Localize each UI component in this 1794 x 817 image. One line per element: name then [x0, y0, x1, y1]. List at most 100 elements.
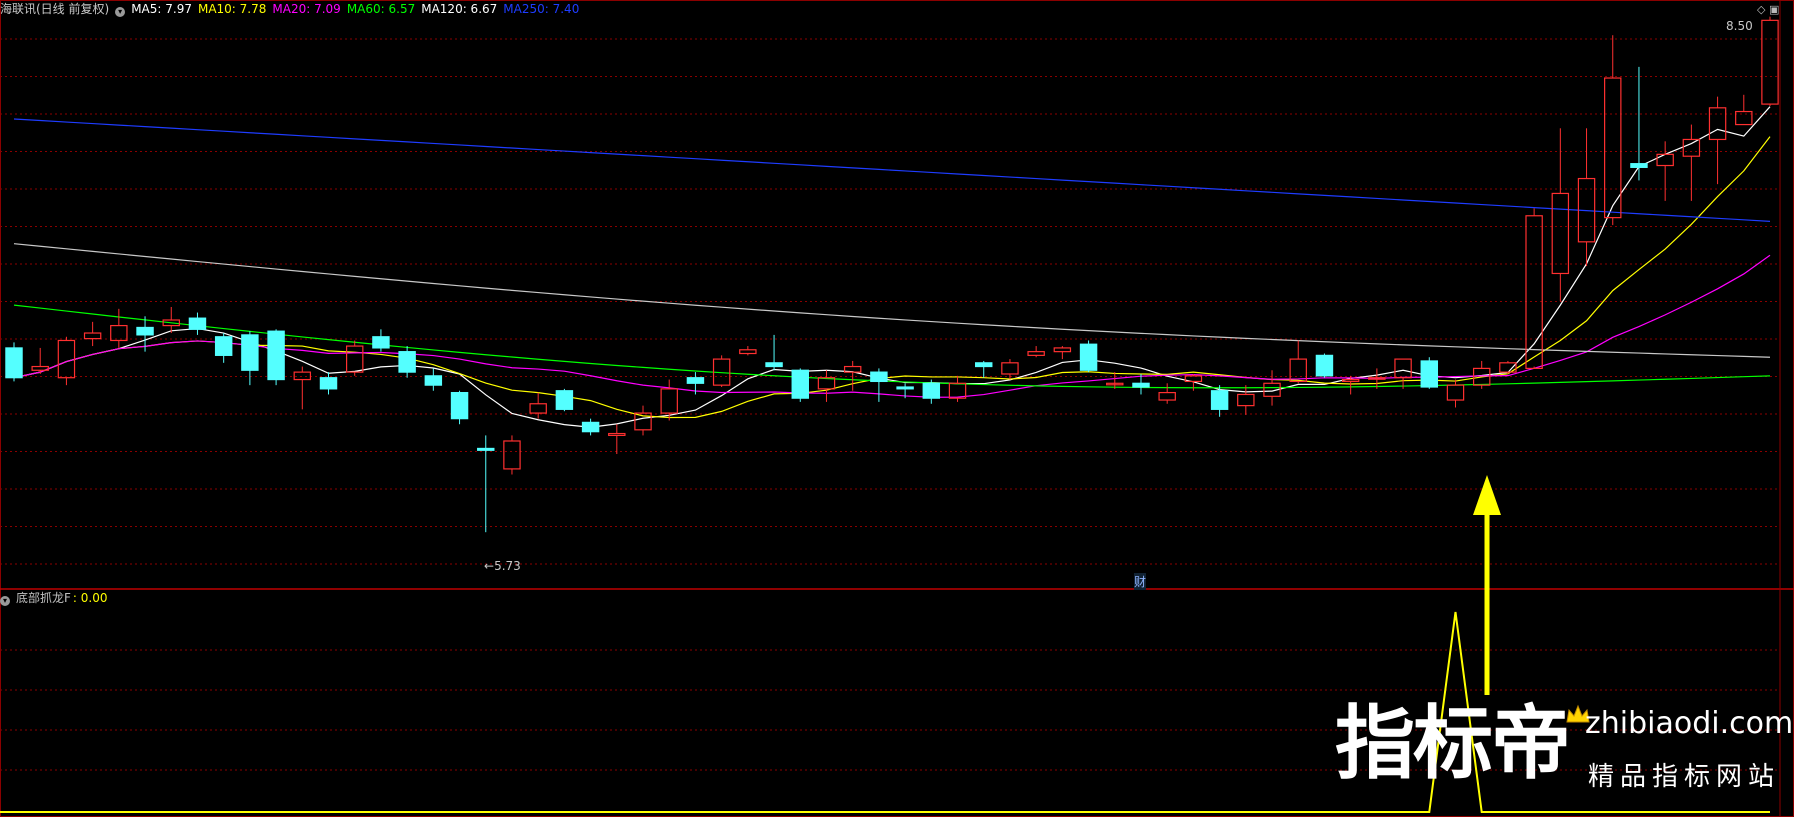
candle: [31, 347, 49, 374]
candle-body: [581, 421, 600, 433]
candle-body: [450, 391, 469, 420]
candle: [214, 333, 233, 363]
candle-body: [739, 349, 757, 355]
candle: [1079, 340, 1098, 373]
ma60-label: MA60: 6.57: [346, 2, 416, 16]
candle-body: [1210, 390, 1229, 410]
candle-body: [1132, 382, 1150, 388]
indicator-label: 底部抓龙F: [16, 591, 71, 605]
candle: [1289, 340, 1307, 384]
candle-body: [1394, 358, 1412, 379]
candle-body: [608, 432, 626, 437]
window-controls[interactable]: ◇ ▣: [1757, 3, 1779, 16]
candle: [1577, 128, 1596, 267]
low-price-label: ←5.73: [484, 559, 521, 573]
candle-body: [136, 326, 154, 336]
candle-body: [1525, 215, 1543, 369]
candle: [1237, 385, 1255, 415]
candle: [293, 366, 312, 410]
candle: [555, 388, 574, 412]
watermark-tagline: 精品指标网站: [1588, 762, 1781, 792]
candle-body: [83, 332, 102, 340]
watermark-brand: 指标帝: [1335, 697, 1571, 790]
candle: [1420, 357, 1439, 389]
candle-body: [345, 345, 364, 373]
candle-body: [188, 317, 207, 330]
candle: [477, 435, 495, 533]
candle: [450, 390, 469, 425]
ma250-line: [13, 118, 1771, 222]
candle: [110, 308, 128, 348]
annotations: [1473, 475, 1501, 695]
indicator-header: ▾ 底部抓龙F: 0.00: [0, 590, 113, 606]
candle-body: [31, 365, 49, 371]
candle: [739, 346, 757, 356]
chevron-down-icon[interactable]: ▾: [115, 7, 126, 17]
candle-body: [975, 362, 993, 368]
candle: [1630, 66, 1648, 181]
candle-body: [1735, 110, 1753, 126]
candle-body: [1001, 362, 1019, 375]
candle: [1394, 358, 1412, 389]
price-header: 海联讯(日线 前复权) ▾ MA5: 7.97 MA10: 7.78 MA20: 7.0…: [0, 1, 585, 17]
candle-body: [817, 377, 836, 390]
candle-body: [1682, 138, 1701, 157]
candle: [319, 372, 338, 395]
candle-body: [660, 388, 678, 414]
candle: [1551, 128, 1570, 302]
candle: [1446, 379, 1465, 408]
candle-body: [555, 390, 574, 410]
candle-body: [477, 447, 495, 451]
candle: [712, 355, 731, 388]
candle-body: [1053, 347, 1072, 353]
ma5-label: MA5: 7.97: [131, 2, 192, 16]
candle: [791, 368, 809, 402]
candle: [608, 424, 626, 455]
candle: [817, 370, 836, 402]
candle-body: [1446, 384, 1465, 401]
candle-body: [1656, 153, 1674, 167]
candle: [83, 321, 102, 347]
candle: [529, 392, 547, 419]
candle-body: [1341, 378, 1360, 383]
candle: [765, 334, 783, 371]
candle: [843, 360, 862, 391]
candle-body: [503, 440, 521, 470]
candle-body: [214, 336, 233, 356]
outer-border: [0, 0, 1794, 817]
candle-body: [267, 330, 285, 381]
candle-body: [765, 362, 783, 368]
finance-marker[interactable]: 财: [1134, 573, 1147, 590]
candle: [398, 346, 416, 378]
candle-body: [1551, 192, 1570, 275]
candle-body: [948, 382, 967, 399]
indicator-value: : 0.00: [72, 591, 108, 605]
candle-body: [1630, 163, 1648, 168]
candle-body: [5, 347, 23, 379]
candle-body: [398, 351, 416, 373]
signal-arrow-head: [1473, 475, 1501, 515]
chevron-down-icon[interactable]: ▾: [0, 596, 10, 606]
candle-body: [1420, 360, 1439, 388]
candle: [1053, 346, 1072, 360]
candle-body: [791, 369, 809, 399]
candle-body: [57, 339, 76, 379]
candle: [948, 375, 967, 402]
stock-label: 海联讯(日线 前复权): [0, 2, 110, 16]
candle-body: [372, 336, 390, 349]
candle-body: [1708, 107, 1727, 141]
candle: [424, 368, 443, 391]
candle: [1315, 353, 1334, 378]
watermark-url: zhibiaodi.com: [1585, 706, 1794, 741]
candle-body: [1315, 354, 1334, 377]
candle-body: [1079, 343, 1098, 371]
candle: [1106, 372, 1124, 389]
candlesticks: [5, 16, 1779, 533]
candle-body: [529, 403, 547, 414]
candle: [372, 329, 390, 352]
candle-body: [293, 371, 312, 381]
candle-body: [686, 377, 705, 384]
candle: [1656, 141, 1674, 201]
candle: [581, 418, 600, 436]
candle: [634, 405, 652, 436]
